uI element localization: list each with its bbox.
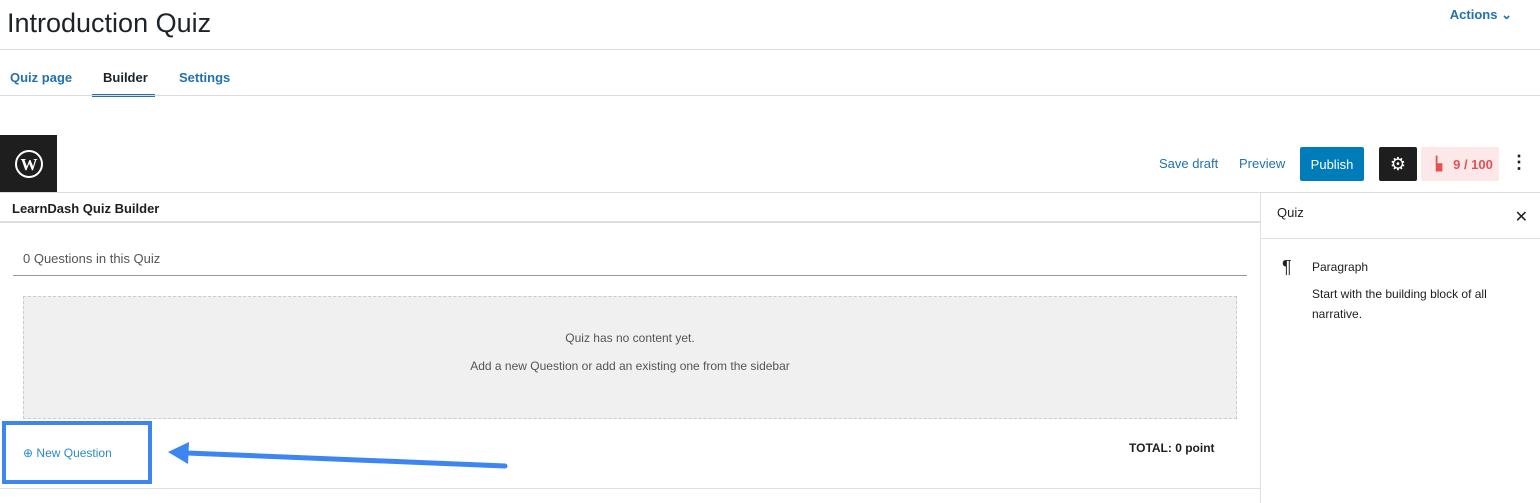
score-value: 9 / 100	[1453, 156, 1493, 172]
chart-icon: ▕▖	[1427, 156, 1448, 171]
more-options-icon[interactable]: ⋮	[1510, 152, 1528, 173]
tab-quiz-page[interactable]: Quiz page	[10, 70, 72, 85]
new-question-button[interactable]: ⊕ New Question	[23, 446, 112, 460]
question-count: 0 Questions in this Quiz	[23, 251, 161, 266]
divider	[0, 95, 1540, 96]
svg-text:W: W	[20, 155, 37, 174]
save-draft-button[interactable]: Save draft	[1159, 156, 1218, 171]
publish-button[interactable]: Publish	[1300, 147, 1364, 181]
wordpress-logo-icon[interactable]: W	[0, 135, 57, 192]
empty-hint: Add a new Question or add an existing on…	[470, 359, 790, 373]
tab-settings[interactable]: Settings	[179, 70, 230, 85]
close-icon[interactable]: ✕	[1515, 207, 1528, 227]
divider	[1261, 238, 1540, 239]
score-button[interactable]: ▕▖ 9 / 100	[1421, 147, 1499, 181]
sidebar-title: Quiz	[1277, 205, 1304, 220]
divider	[0, 488, 1260, 489]
page-title: Introduction Quiz	[7, 8, 212, 38]
divider	[0, 221, 1260, 223]
plus-circle-icon: ⊕	[23, 446, 34, 460]
empty-message: Quiz has no content yet.	[565, 331, 695, 345]
preview-button[interactable]: Preview	[1239, 156, 1285, 171]
tab-builder[interactable]: Builder	[103, 70, 148, 85]
divider	[13, 275, 1247, 276]
actions-label: Actions	[1449, 7, 1498, 22]
builder-title: LearnDash Quiz Builder	[12, 201, 160, 216]
new-question-label: New Question	[36, 446, 112, 460]
actions-menu[interactable]: Actions ⌄	[1450, 7, 1512, 23]
empty-dropzone: Quiz has no content yet. Add a new Quest…	[23, 296, 1237, 419]
block-name: Paragraph	[1312, 260, 1369, 274]
settings-gear-icon[interactable]: ⚙	[1379, 147, 1417, 181]
paragraph-icon: ¶	[1282, 257, 1292, 277]
block-description: Start with the building block of all nar…	[1312, 287, 1487, 321]
total-points: TOTAL: 0 point	[1129, 441, 1215, 455]
divider	[0, 49, 1540, 50]
annotation-arrow	[168, 442, 508, 469]
chevron-down-icon: ⌄	[1501, 7, 1512, 22]
settings-sidebar: Quiz ✕ ¶ Paragraph Start with the buildi…	[1260, 193, 1540, 503]
